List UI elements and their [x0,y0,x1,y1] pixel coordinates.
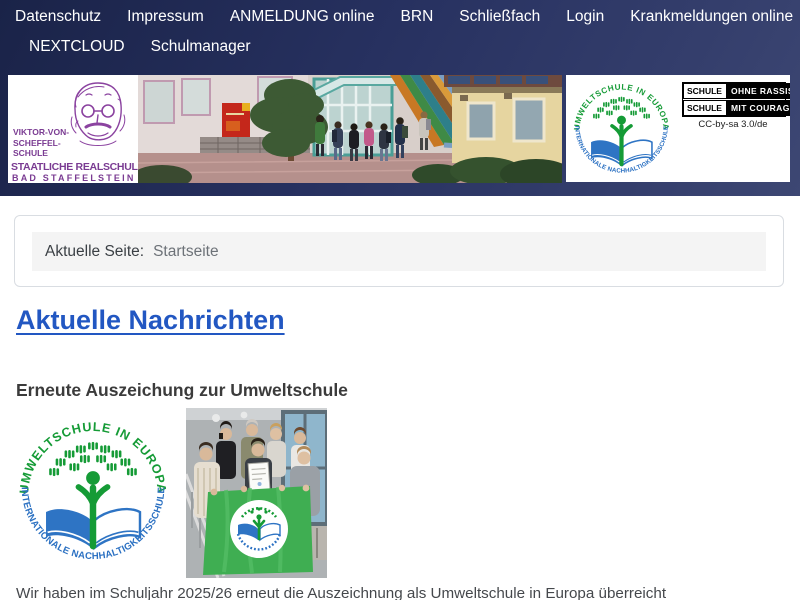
article-title: Erneute Auszeichung zur Umweltschule [16,380,348,401]
students-flag-photo [186,408,327,578]
school-name: VIKTOR-VON- SCHEFFEL- SCHULE [13,127,69,159]
main-nav-row-2: NEXTCLOUD Schulmanager [16,35,264,59]
nav-link-krankmeldungen-online[interactable]: Krankmeldungen online [617,5,800,29]
sor-row1-right: OHNE RASSISMUS [727,83,790,99]
school-name-line3: SCHULE [13,148,69,159]
nav-link-schliessfach[interactable]: Schließfach [446,5,553,29]
sor-row1-left: SCHULE [683,83,727,99]
main-nav-row-1: Datenschutz Impressum ANMELDUNG online B… [2,5,800,29]
nav-link-login[interactable]: Login [553,5,617,29]
cc-license-label: CC-by-sa 3.0/de [682,119,784,130]
nav-link-datenschutz[interactable]: Datenschutz [2,5,114,29]
awards-box: SCHULE OHNE RASSISMUS SCHULE MIT COURAGE… [566,75,790,182]
breadcrumb: Aktuelle Seite: Startseite [32,232,766,271]
section-title-link[interactable]: Aktuelle Nachrichten [16,305,285,336]
nav-link-anmeldung-online[interactable]: ANMELDUNG online [217,5,388,29]
school-logo: VIKTOR-VON- SCHEFFEL- SCHULE STAATLICHE … [8,75,138,183]
nav-link-nextcloud[interactable]: NEXTCLOUD [16,35,138,59]
eco-schools-logo [569,76,674,181]
sor-badge-row2: SCHULE MIT COURAGE [683,99,785,116]
scheffel-portrait-illustration [58,77,138,153]
breadcrumb-card: Aktuelle Seite: Startseite [14,215,784,287]
sor-row2-right: MIT COURAGE [727,100,790,116]
school-building-photo [138,75,562,183]
breadcrumb-label: Aktuelle Seite: [45,243,144,261]
umweltschule-logo-image [12,410,174,572]
sor-row2-left: SCHULE [683,100,727,116]
nav-link-impressum[interactable]: Impressum [114,5,217,29]
article-body-text: Wir haben im Schuljahr 2025/26 erneut di… [16,584,776,600]
school-location-label: BAD STAFFELSTEIN [12,173,136,183]
school-type-label: STAATLICHE REALSCHULE [11,161,138,173]
school-name-line1: VIKTOR-VON- [13,127,69,138]
school-name-line2: SCHEFFEL- [13,138,69,149]
site-header: Datenschutz Impressum ANMELDUNG online B… [0,0,800,196]
nav-link-brn[interactable]: BRN [388,5,447,29]
breadcrumb-current-page: Startseite [153,243,218,261]
page: Datenschutz Impressum ANMELDUNG online B… [0,0,800,600]
nav-link-schulmanager[interactable]: Schulmanager [138,35,264,59]
sor-smc-badge: SCHULE OHNE RASSISMUS SCHULE MIT COURAGE [682,82,786,117]
sor-badge-row1: SCHULE OHNE RASSISMUS [683,83,785,99]
